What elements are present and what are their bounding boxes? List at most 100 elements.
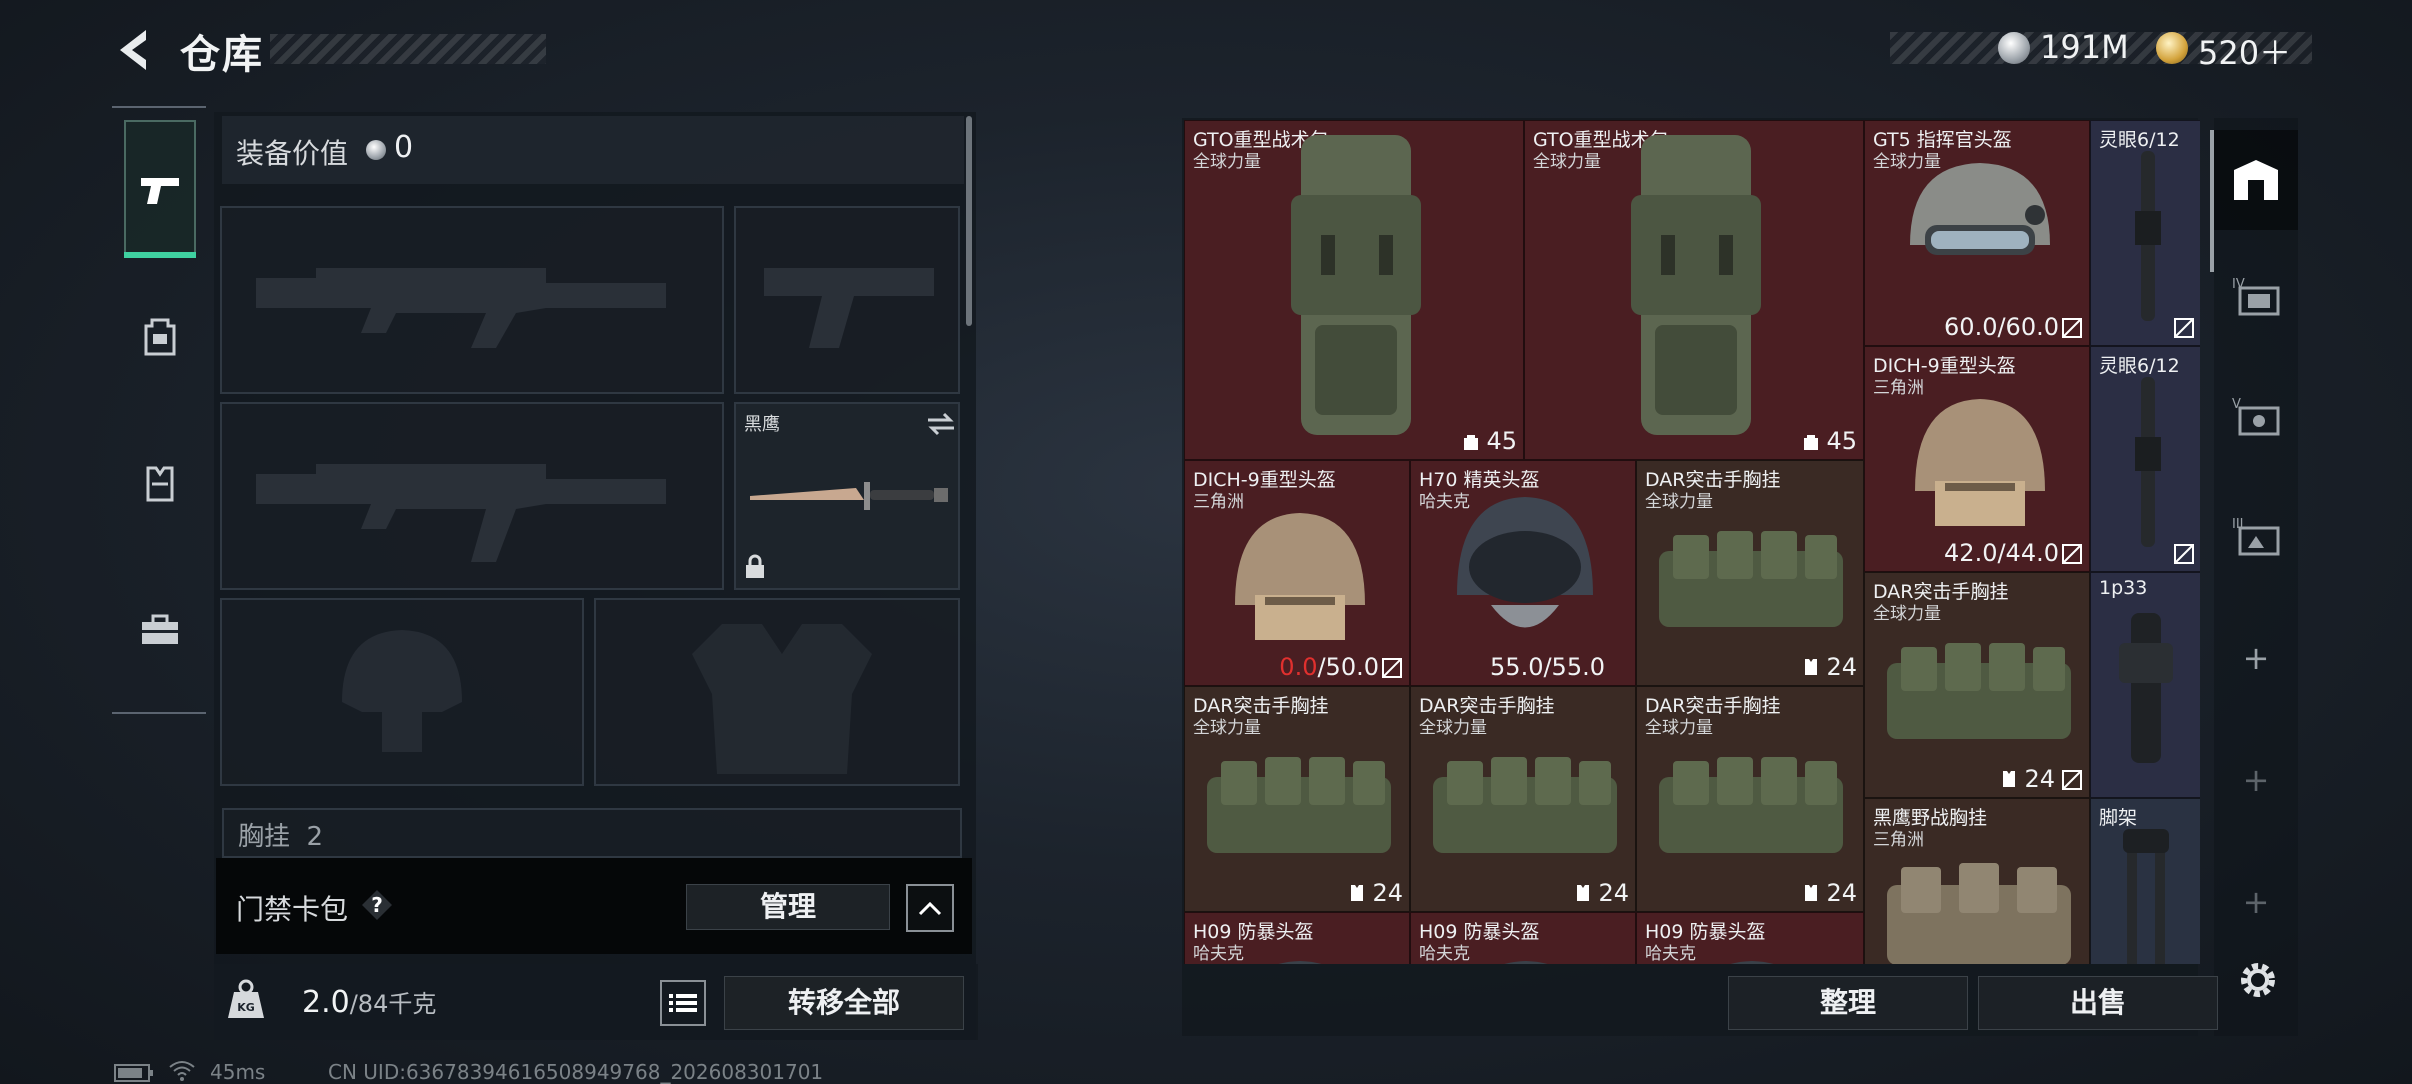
stash-item[interactable]: DAR突击手胸挂 全球力量 24 — [1410, 686, 1636, 912]
manage-button[interactable]: 管理 — [686, 884, 890, 930]
item-count: 24 — [1802, 653, 1857, 681]
melee-slot[interactable]: 黑鹰 — [734, 402, 960, 590]
helmet-silhouette-icon — [342, 630, 462, 752]
vest-icon — [1351, 885, 1364, 901]
vest-icon[interactable] — [130, 454, 190, 514]
collapse-button[interactable] — [906, 884, 954, 932]
vest-icon — [2003, 771, 2016, 787]
stash-item[interactable]: 灵眼6/12 — [2090, 120, 2200, 346]
equipment-value-label: 装备价值 — [236, 137, 349, 170]
weight-icon: KG — [228, 979, 264, 1018]
stash-tab-4[interactable]: IV — [2226, 266, 2286, 326]
item-durability: 55.0/55.0 — [1490, 653, 1605, 681]
stash-tab-5[interactable]: V — [2226, 386, 2286, 446]
melee-name: 黑鹰 — [744, 414, 780, 435]
stash-grid: GTO重型战术包 全球力量 45 GTO重型战术包 全球力量 45 GT5 指挥… — [1184, 120, 2200, 964]
stash-item[interactable]: 脚架 — [2090, 798, 2200, 964]
backpack-image — [1631, 135, 1761, 435]
chest-rig-image — [1887, 643, 2071, 739]
gear-icon[interactable] — [2234, 956, 2282, 1004]
item-name: 灵眼6/12 — [2099, 129, 2180, 151]
stash-item[interactable]: H09 防暴头盔 哈夫克 — [1184, 912, 1410, 964]
no-insure-icon — [2174, 544, 2194, 564]
toolbox-icon[interactable] — [130, 600, 190, 660]
help-icon[interactable]: ? — [360, 888, 394, 922]
armor-slot[interactable] — [594, 598, 960, 786]
item-durability: 60.0/60.0 — [1944, 313, 2059, 341]
stash-item[interactable]: GT5 指挥官头盔 全球力量 60.0/60.0 — [1864, 120, 2090, 346]
no-insure-icon — [2062, 544, 2082, 564]
no-insure-icon — [2174, 318, 2194, 338]
silver-coin-icon — [1998, 32, 2030, 64]
item-name: 脚架 — [2099, 807, 2138, 829]
item-faction: 全球力量 — [1419, 718, 1487, 738]
stash-item[interactable]: DAR突击手胸挂 全球力量 24 — [1184, 686, 1410, 912]
bipod-image — [2123, 829, 2169, 964]
stash-tab-3[interactable]: III — [2226, 506, 2286, 566]
armor-silhouette-icon — [692, 624, 872, 774]
sort-button[interactable]: 整理 — [1728, 976, 1968, 1030]
scope-image — [2135, 377, 2161, 547]
stash-item[interactable]: DAR突击手胸挂 全球力量 24 — [1636, 460, 1864, 686]
pistol-silhouette-icon — [764, 268, 934, 348]
gold-amount[interactable]: 520＋ — [2198, 28, 2291, 74]
stash-item[interactable]: DICH-9重型头盔 三角洲 42.0/44.0 — [1864, 346, 2090, 572]
svg-text:IV: IV — [2232, 277, 2245, 292]
swap-icon[interactable] — [926, 412, 956, 436]
stash-item[interactable]: DICH-9重型头盔 三角洲 0.0/50.0 — [1184, 460, 1410, 686]
active-indicator — [124, 252, 196, 258]
rifle-silhouette-icon — [256, 464, 666, 562]
title-decoration — [270, 34, 546, 64]
list-view-button[interactable] — [660, 980, 706, 1026]
keycard-label: 门禁卡包 — [236, 893, 349, 926]
item-name: 灵眼6/12 — [2099, 355, 2180, 377]
chest-rig-slot[interactable] — [222, 808, 962, 858]
scope-image — [2119, 613, 2173, 763]
secondary-weapon-slot[interactable] — [220, 402, 724, 590]
tabs-scrollbar[interactable] — [2210, 130, 2214, 272]
item-faction: 全球力量 — [1645, 492, 1713, 512]
stash-item[interactable]: 黑鹰野战胸挂 三角洲 — [1864, 798, 2090, 964]
sell-button[interactable]: 出售 — [1978, 976, 2218, 1030]
equipment-value: 0 — [394, 130, 414, 165]
stash-item[interactable]: H70 精英头盔 哈夫克 55.0/55.0 — [1410, 460, 1636, 686]
stash-item[interactable]: 1p33 — [2090, 572, 2200, 798]
item-count: 24 — [2000, 765, 2055, 793]
rifle-silhouette-icon — [256, 268, 666, 348]
transfer-all-button[interactable]: 转移全部 — [724, 976, 964, 1030]
helmet-image — [1915, 399, 2045, 526]
stash-item[interactable]: H09 防暴头盔 哈夫克 — [1636, 912, 1864, 964]
safe-icon — [2226, 150, 2286, 210]
helmet-image — [1457, 497, 1593, 628]
back-arrow-icon[interactable] — [110, 24, 154, 76]
stash-item[interactable]: GTO重型战术包 全球力量 45 — [1184, 120, 1524, 460]
backpack-icon[interactable] — [130, 306, 190, 366]
add-tab-icon[interactable]: + — [2226, 628, 2286, 688]
helmet-slot[interactable] — [220, 598, 584, 786]
svg-text:?: ? — [371, 893, 383, 917]
backpack-icon — [1464, 435, 1479, 450]
uid-readout: CN UID:636783946165089497​68_20260830170… — [328, 1060, 824, 1084]
stash-item[interactable]: 灵眼6/12 — [2090, 346, 2200, 572]
helmet-image — [1278, 961, 1322, 964]
add-tab-icon[interactable]: + — [2226, 872, 2286, 932]
stash-item[interactable]: DAR突击手胸挂 全球力量 24 — [1864, 572, 2090, 798]
item-faction: 全球力量 — [1533, 152, 1601, 172]
pistol-slot[interactable] — [734, 206, 960, 394]
primary-weapon-slot[interactable] — [220, 206, 724, 394]
stash-item[interactable]: H09 防暴头盔 哈夫克 — [1410, 912, 1636, 964]
stash-item[interactable]: GTO重型战术包 全球力量 45 — [1524, 120, 1864, 460]
knife-icon — [750, 482, 948, 510]
equipment-scrollbar[interactable] — [966, 116, 972, 326]
vest-icon — [1805, 659, 1818, 675]
stash-item[interactable]: DAR突击手胸挂 全球力量 24 — [1636, 686, 1864, 912]
helmet-image — [1235, 513, 1365, 640]
silver-amount: 191M — [2040, 28, 2129, 66]
add-tab-icon[interactable]: + — [2226, 750, 2286, 810]
chevron-up-icon — [918, 901, 942, 916]
item-faction: 三角洲 — [1873, 830, 1924, 850]
item-name: 1p33 — [2099, 577, 2148, 599]
rail-divider — [112, 106, 206, 108]
svg-text:KG: KG — [237, 1001, 255, 1014]
backpack-image — [1291, 135, 1421, 435]
